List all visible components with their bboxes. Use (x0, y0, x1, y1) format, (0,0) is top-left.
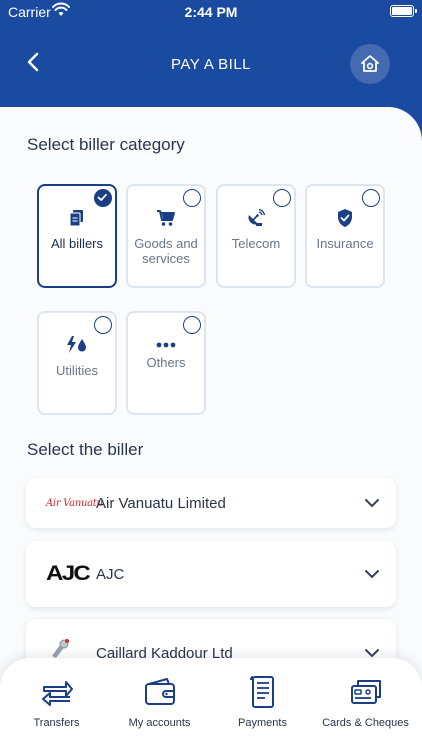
category-insurance[interactable]: Insurance (305, 184, 385, 288)
check-icon (97, 193, 107, 201)
top-header: PAY A BILL (0, 24, 422, 108)
category-label: Utilities (56, 363, 98, 378)
chevron-down-icon (364, 495, 380, 516)
more-dots-icon (128, 335, 204, 355)
chevron-down-icon (364, 566, 380, 587)
receipt-icon (210, 676, 315, 708)
category-utilities[interactable]: Utilities (37, 311, 117, 415)
document-icon (39, 208, 115, 228)
category-radio-checked (94, 189, 112, 207)
content-panel: Select biller category All billers Goods… (0, 107, 422, 750)
home-icon (361, 55, 379, 72)
wallet-icon (107, 676, 212, 708)
tab-label: Cards & Cheques (322, 717, 409, 729)
status-time: 2:44 PM (184, 4, 238, 20)
tab-label: Payments (238, 717, 287, 729)
air-vanuatu-logo: Air Vanuatu (46, 497, 103, 509)
status-bar: Carrier 2:44 PM (0, 0, 422, 24)
tab-cards-and-cheques[interactable]: Cards & Cheques (313, 676, 418, 734)
tab-payments[interactable]: Payments (210, 676, 315, 734)
tab-label: Transfers (33, 717, 80, 729)
tab-transfers[interactable]: Transfers (4, 676, 109, 734)
category-all-billers[interactable]: All billers (37, 184, 117, 288)
shield-check-icon (307, 208, 383, 228)
category-label: Insurance (316, 236, 374, 251)
biller-row-air-vanuatu[interactable]: Air Vanuatu Air Vanuatu Limited (26, 478, 396, 528)
ajc-logo: AJC (46, 562, 91, 585)
category-radio (183, 316, 201, 334)
cards-icon (313, 676, 418, 708)
category-goods-and-services[interactable]: Goods and services (126, 184, 206, 288)
home-button[interactable] (350, 44, 390, 84)
category-label: Telecom (231, 236, 281, 251)
cart-icon (128, 208, 204, 228)
category-others[interactable]: Others (126, 311, 206, 415)
category-radio (183, 189, 201, 207)
biller-name: Air Vanuatu Limited (96, 495, 226, 512)
category-telecom[interactable]: Telecom (216, 184, 296, 288)
biller-section-title: Select the biller (27, 440, 144, 459)
category-section-title: Select biller category (27, 135, 185, 154)
category-label: Others (146, 355, 186, 370)
utilities-icon (39, 335, 115, 355)
bottom-tab-bar: Transfers My accounts Payments Cards & C… (0, 658, 422, 750)
category-radio (362, 189, 380, 207)
satellite-icon (218, 208, 294, 228)
tab-label: My accounts (128, 717, 191, 729)
transfer-arrows-icon (4, 676, 109, 708)
tab-my-accounts[interactable]: My accounts (107, 676, 212, 734)
battery-icon (390, 5, 417, 17)
category-radio (94, 316, 112, 334)
biller-row-ajc[interactable]: AJC AJC (26, 541, 396, 607)
category-radio (273, 189, 291, 207)
category-label: All billers (50, 236, 103, 251)
category-label: Goods and services (134, 236, 198, 266)
biller-name: AJC (96, 566, 125, 583)
